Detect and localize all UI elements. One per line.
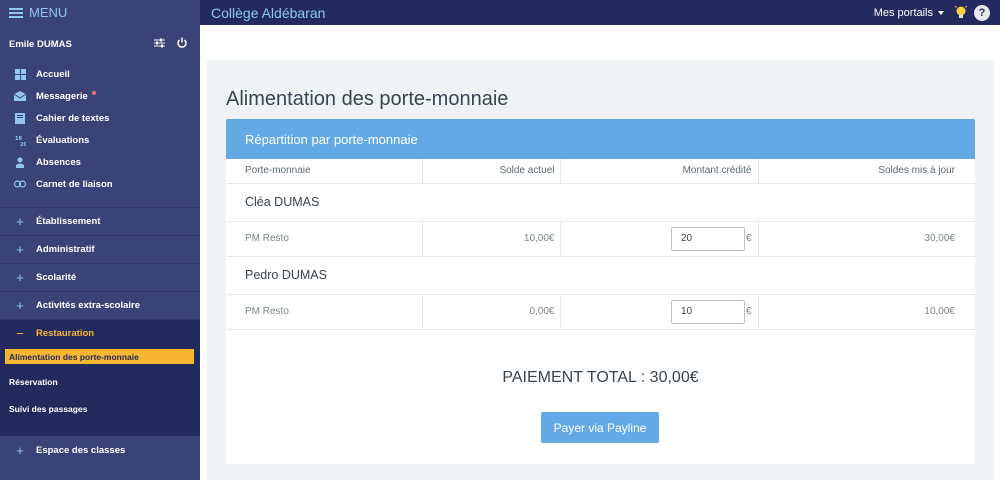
updated-balance: 10,00€	[758, 294, 975, 330]
pay-payline-button[interactable]: Payer via Payline	[541, 412, 659, 443]
credit-cell: €	[560, 221, 759, 257]
wallet-name: PM Resto	[226, 221, 423, 257]
book-icon	[14, 112, 26, 124]
sidebar: Emile DUMAS Accueil Messagerie Cahier de…	[0, 25, 200, 480]
plus-icon: +	[16, 242, 24, 257]
student-row: Pedro DUMAS	[226, 256, 975, 295]
sidebar-item-label: Absences	[36, 156, 81, 168]
credit-amount-input[interactable]	[670, 226, 745, 251]
restauration-submenu: Alimentation des porte-monnaie Réservati…	[0, 347, 200, 436]
credit-cell: €	[560, 294, 759, 330]
sidebar-item-evaluations[interactable]: 18 20 Évaluations	[0, 129, 200, 151]
power-icon[interactable]	[176, 37, 188, 49]
sidebar-section-label: Établissement	[36, 216, 101, 227]
wallet-card: Répartition par porte-monnaie Porte-monn…	[226, 119, 975, 464]
grades-icon: 18 20	[14, 134, 26, 146]
top-bar: MENU Collège Aldébaran Mes portails ?	[0, 0, 1000, 25]
sidebar-section-restauration[interactable]: − Restauration	[0, 319, 200, 347]
student-row: Cléa DUMAS	[226, 183, 975, 222]
sidebar-item-label: Évaluations	[36, 134, 90, 146]
user-name: Emile DUMAS	[9, 38, 72, 50]
sidebar-section-label: Espace des classes	[36, 444, 126, 456]
student-name: Pedro DUMAS	[226, 256, 975, 295]
plus-icon: +	[16, 442, 24, 458]
sidebar-item-messagerie[interactable]: Messagerie	[0, 85, 200, 107]
menu-button[interactable]: MENU	[0, 0, 200, 25]
wallet-table: Porte-monnaie Solde actuel Montant crédi…	[226, 159, 975, 330]
sidebar-item-label: Accueil	[36, 68, 70, 80]
lightbulb-icon[interactable]	[954, 5, 968, 21]
updated-balance: 30,00€	[758, 221, 975, 257]
link-icon	[14, 178, 26, 190]
sidebar-section-etablissement[interactable]: + Établissement	[0, 207, 200, 235]
hamburger-icon	[9, 7, 23, 18]
sidebar-item-label: Carnet de liaison	[36, 178, 113, 190]
plus-icon: +	[16, 298, 24, 313]
person-icon	[14, 156, 26, 168]
column-header: Solde actuel	[422, 159, 561, 184]
plus-icon: +	[16, 270, 24, 285]
table-row: PM Resto 10,00€ € 30,00€	[226, 221, 975, 257]
sidebar-section-espace-classes[interactable]: + Espace des classes	[0, 436, 200, 464]
portals-dropdown[interactable]: Mes portails	[874, 7, 944, 19]
minus-icon: −	[16, 326, 24, 341]
sidebar-item-cahier-de-textes[interactable]: Cahier de textes	[0, 107, 200, 129]
unread-dot	[91, 91, 96, 95]
currency-label: €	[745, 233, 752, 244]
credit-amount-input[interactable]	[670, 299, 745, 324]
current-balance: 0,00€	[422, 294, 561, 330]
sidebar-section-scolarite[interactable]: + Scolarité	[0, 263, 200, 291]
sidebar-section-label: Activités extra-scolaire	[36, 300, 141, 311]
settings-sliders-icon[interactable]	[154, 38, 165, 48]
sidebar-subitem-reservation[interactable]: Réservation	[0, 368, 200, 395]
card-header: Répartition par porte-monnaie	[226, 119, 975, 159]
plus-icon: +	[16, 214, 24, 229]
sidebar-item-label: Cahier de textes	[36, 112, 110, 124]
page-title: Alimentation des porte-monnaie	[226, 88, 509, 110]
envelope-icon	[14, 90, 26, 102]
current-balance: 10,00€	[422, 221, 561, 257]
menu-label: MENU	[29, 5, 68, 20]
sidebar-section-administratif[interactable]: + Administratif	[0, 235, 200, 263]
column-header: Montant crédité	[560, 159, 759, 184]
column-header: Porte-monnaie	[226, 159, 423, 184]
student-name: Cléa DUMAS	[226, 183, 975, 222]
grid-icon	[14, 68, 26, 80]
sidebar-item-label: Messagerie	[36, 90, 88, 102]
portals-label: Mes portails	[873, 6, 933, 19]
main-content: Alimentation des porte-monnaie Répartiti…	[200, 25, 1000, 480]
sidebar-section-activites[interactable]: + Activités extra-scolaire	[0, 291, 200, 319]
sidebar-section-label: Scolarité	[36, 272, 77, 283]
table-row: PM Resto 0,00€ € 10,00€	[226, 294, 975, 330]
currency-label: €	[745, 306, 752, 317]
sidebar-item-absences[interactable]: Absences	[0, 151, 200, 173]
sidebar-subitem-alimentation[interactable]: Alimentation des porte-monnaie	[5, 349, 194, 364]
payment-total: PAIEMENT TOTAL : 30,00€	[502, 369, 699, 386]
caret-down-icon	[938, 10, 944, 15]
user-row: Emile DUMAS	[0, 25, 200, 63]
sidebar-subitem-suivi-passages[interactable]: Suivi des passages	[0, 395, 200, 422]
wallet-name: PM Resto	[226, 294, 423, 330]
sidebar-item-accueil[interactable]: Accueil	[0, 63, 200, 85]
content-panel: Alimentation des porte-monnaie Répartiti…	[207, 60, 994, 480]
help-icon[interactable]: ?	[974, 4, 990, 21]
sidebar-section-label: Administratif	[36, 244, 95, 255]
sidebar-item-carnet-de-liaison[interactable]: Carnet de liaison	[0, 173, 200, 195]
column-header: Soldes mis à jour	[758, 159, 975, 184]
site-title[interactable]: Collège Aldébaran	[211, 5, 325, 21]
svg-text:20: 20	[20, 142, 26, 146]
sidebar-section-label: Restauration	[36, 328, 95, 339]
